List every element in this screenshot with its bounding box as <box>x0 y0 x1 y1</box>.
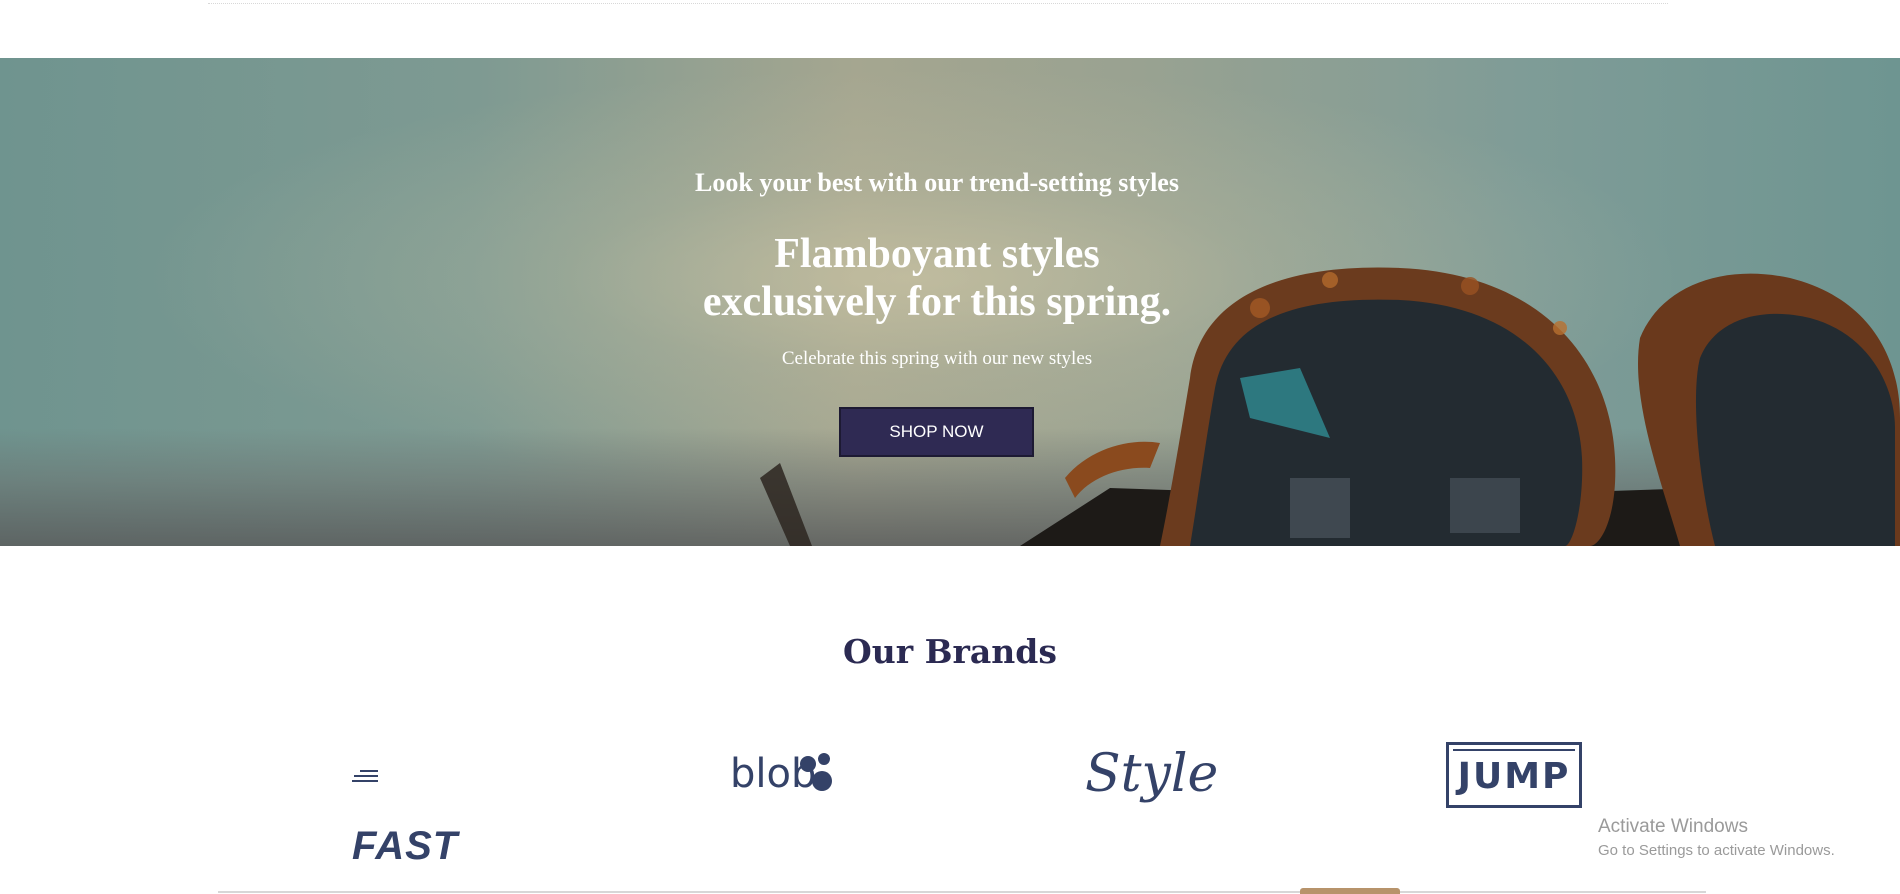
top-strip <box>0 0 1900 58</box>
watermark-subtitle: Go to Settings to activate Windows. <box>1598 842 1835 859</box>
top-divider <box>208 1 1668 4</box>
hero-kicker: Look your best with our trend-setting st… <box>695 168 1179 197</box>
hero-subtitle: Celebrate this spring with our new style… <box>781 348 1093 369</box>
hero-title-line2: exclusively for this spring. <box>702 279 1172 325</box>
brand-logo-jump[interactable]: JUMP <box>1446 742 1582 808</box>
brand-logo-style[interactable]: Style <box>1085 738 1220 810</box>
brand-logo-fast[interactable]: FAST <box>352 738 482 868</box>
section-divider <box>218 891 1706 893</box>
activate-windows-watermark: Activate Windows Go to Settings to activ… <box>1598 816 1835 859</box>
hero-title: Flamboyant styles exclusively for this s… <box>0 230 1874 326</box>
brands-heading: Our Brands <box>843 632 1057 671</box>
speed-lines-icon <box>352 768 378 784</box>
hero-banner: Look your best with our trend-setting st… <box>0 58 1900 546</box>
brand-jump-label: JUMP <box>1453 749 1575 801</box>
watermark-title: Activate Windows <box>1598 816 1748 837</box>
next-section-peek <box>1300 888 1400 894</box>
brand-fast-label: FAST <box>352 824 459 868</box>
blob-dots-icon <box>800 753 832 791</box>
hero-title-line1: Flamboyant styles <box>774 231 1100 277</box>
shop-now-button[interactable]: SHOP NOW <box>839 407 1034 457</box>
brand-logo-blob[interactable]: blob <box>730 738 840 810</box>
